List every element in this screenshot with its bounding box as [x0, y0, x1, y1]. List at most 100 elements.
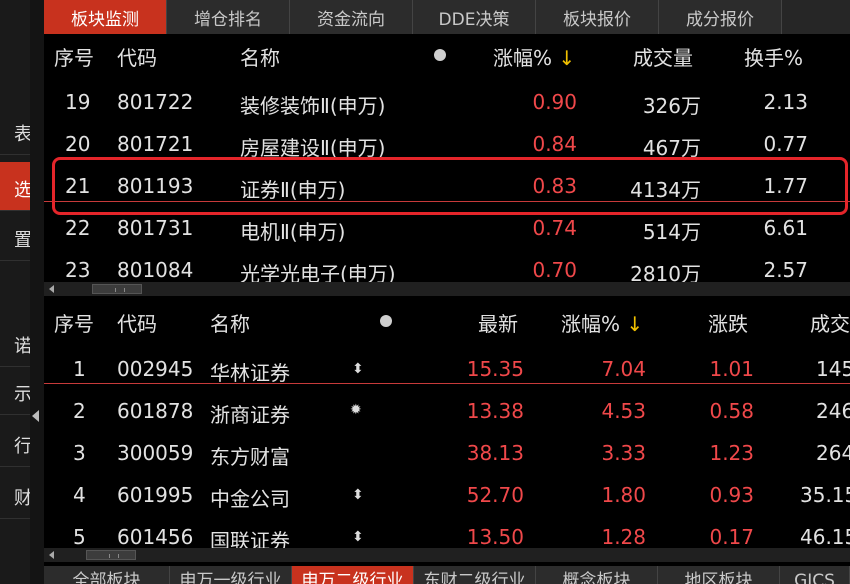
grip-icon — [115, 288, 125, 292]
cell-volume: 46.15 — [800, 525, 850, 548]
sidebar-item-2[interactable]: 选 — [0, 162, 32, 211]
margin-trading-icon: ⬍ — [352, 487, 364, 503]
horizontal-scrollbar[interactable] — [44, 548, 850, 562]
cell-turnover: 2.57 — [763, 258, 808, 282]
cell-change: 0.17 — [709, 525, 754, 548]
cell-seq: 19 — [65, 90, 91, 114]
tab-concept-sectors[interactable]: 概念板块 — [536, 566, 658, 584]
tab-sector-monitor[interactable]: 板块监测 — [44, 0, 167, 34]
sidebar-item-5[interactable]: 示 — [0, 366, 32, 415]
dot-icon[interactable] — [380, 315, 392, 327]
bottom-tab-bar: 全部板块 申万一级行业 申万二级行业 东财二级行业 概念板块 地区板块 GICS — [44, 566, 850, 584]
table-row[interactable]: 4 601995 中金公司 ⬍ 52.70 1.80 0.93 35.15 — [44, 476, 850, 518]
table-row[interactable]: 19 801722 装修装饰Ⅱ(申万) 0.90 326万 2.13 — [44, 84, 850, 126]
header-volume[interactable]: 成交量 — [633, 42, 693, 71]
cell-latest: 15.35 — [466, 357, 524, 381]
cell-latest: 13.38 — [466, 399, 524, 423]
table-row[interactable]: 23 801084 光学光电子(申万) 0.70 2810万 2.57 — [44, 252, 850, 282]
header-change-pct[interactable]: 涨幅% ↓ — [561, 308, 643, 337]
cell-change: 1.23 — [709, 441, 754, 465]
grip-icon — [109, 554, 119, 558]
cell-change: 0.58 — [709, 399, 754, 423]
tab-all-sectors[interactable]: 全部板块 — [44, 566, 170, 584]
scroll-left-icon[interactable] — [49, 551, 54, 559]
header-volume[interactable]: 成交 — [810, 308, 850, 337]
cell-code: 601878 — [117, 399, 194, 423]
cell-change-pct: 1.28 — [601, 525, 646, 548]
cell-code: 801731 — [117, 216, 194, 240]
sort-desc-icon: ↓ — [558, 46, 576, 70]
header-change[interactable]: 涨跌 — [708, 308, 748, 337]
cell-volume: 2810万 — [630, 262, 701, 282]
sidebar-item-7[interactable]: 财 — [0, 470, 32, 519]
margin-trading-icon: ⬍ — [352, 529, 364, 545]
tab-dde-decision[interactable]: DDE决策 — [413, 0, 536, 34]
header-seq[interactable]: 序号 — [54, 42, 94, 71]
stock-table-header: 序号 代码 名称 最新 涨幅% ↓ 涨跌 成交 — [44, 300, 850, 340]
tab-region-sectors[interactable]: 地区板块 — [658, 566, 780, 584]
cell-volume: 246 — [816, 399, 850, 423]
table-row-selected[interactable]: 1 002945 华林证券 ⬍ 15.35 7.04 1.01 145 — [44, 350, 850, 392]
tab-sw-level1[interactable]: 申万一级行业 — [170, 566, 292, 584]
table-row[interactable]: 3 300059 东方财富 38.13 3.33 1.23 264 — [44, 434, 850, 476]
table-row[interactable]: 2 601878 浙商证券 ✹ 13.38 4.53 0.58 246 — [44, 392, 850, 434]
cell-seq: 23 — [65, 258, 91, 282]
tab-sector-quote[interactable]: 板块报价 — [536, 0, 659, 34]
dot-icon[interactable] — [434, 49, 446, 61]
cell-name: 浙商证券 — [210, 403, 290, 427]
cell-change-pct: 0.84 — [532, 132, 577, 156]
header-code[interactable]: 代码 — [117, 308, 157, 337]
cell-seq: 1 — [73, 357, 86, 381]
cell-name: 光学光电子(申万) — [240, 262, 396, 282]
scroll-left-icon[interactable] — [49, 285, 54, 293]
sidebar-item-6[interactable]: 行 — [0, 418, 32, 467]
tab-position-ranking[interactable]: 增仓排名 — [167, 0, 290, 34]
cell-seq: 4 — [73, 483, 86, 507]
cell-name: 国联证券 — [210, 529, 290, 548]
cell-volume: 514万 — [642, 220, 701, 244]
cell-seq: 2 — [73, 399, 86, 423]
cell-change-pct: 7.04 — [601, 357, 646, 381]
table-row[interactable]: 22 801731 电机Ⅱ(申万) 0.74 514万 6.61 — [44, 210, 850, 252]
header-code[interactable]: 代码 — [117, 42, 157, 71]
cell-seq: 20 — [65, 132, 91, 156]
cell-latest: 13.50 — [466, 525, 524, 548]
collapse-arrow-icon[interactable] — [32, 410, 39, 422]
horizontal-scrollbar[interactable] — [44, 282, 850, 296]
cell-name: 华林证券 — [210, 361, 290, 385]
scrollbar-thumb[interactable] — [92, 284, 142, 294]
sector-table-header: 序号 代码 名称 涨幅% ↓ 成交量 换手% — [44, 38, 850, 74]
panel-splitter[interactable] — [30, 0, 44, 584]
top-tab-bar: 板块监测 增仓排名 资金流向 DDE决策 板块报价 成分报价 — [44, 0, 850, 34]
sidebar-item-3[interactable]: 置 — [0, 212, 32, 261]
cell-change-pct: 0.74 — [532, 216, 577, 240]
cell-seq: 22 — [65, 216, 91, 240]
header-name[interactable]: 名称 — [240, 42, 280, 71]
cell-turnover: 0.77 — [763, 132, 808, 156]
sidebar-item-4[interactable]: 诺 — [0, 318, 32, 367]
header-seq[interactable]: 序号 — [54, 308, 94, 337]
cell-volume: 326万 — [642, 94, 701, 118]
cell-latest: 38.13 — [466, 441, 524, 465]
tab-east-level2[interactable]: 东财二级行业 — [414, 566, 536, 584]
cell-code: 801722 — [117, 90, 194, 114]
cell-code: 801721 — [117, 132, 194, 156]
header-turnover[interactable]: 换手% — [744, 42, 803, 71]
tab-gics[interactable]: GICS — [780, 566, 850, 584]
tab-constituent-quote[interactable]: 成分报价 — [659, 0, 782, 34]
tab-sw-level2[interactable]: 申万二级行业 — [292, 566, 414, 584]
highlight-annotation — [52, 157, 848, 215]
cell-change-pct: 0.90 — [532, 90, 577, 114]
cell-name: 装修装饰Ⅱ(申万) — [240, 94, 386, 118]
cell-latest: 52.70 — [466, 483, 524, 507]
cell-change-pct: 1.80 — [601, 483, 646, 507]
cell-code: 801084 — [117, 258, 194, 282]
header-change-pct[interactable]: 涨幅% ↓ — [493, 42, 575, 71]
header-latest[interactable]: 最新 — [478, 308, 518, 337]
table-row[interactable]: 5 601456 国联证券 ⬍ 13.50 1.28 0.17 46.15 — [44, 518, 850, 548]
tab-fund-flow[interactable]: 资金流向 — [290, 0, 413, 34]
scrollbar-thumb[interactable] — [86, 550, 136, 560]
selection-underline — [44, 383, 850, 384]
header-name[interactable]: 名称 — [210, 308, 250, 337]
sidebar-item-1[interactable]: 表 — [0, 106, 32, 155]
